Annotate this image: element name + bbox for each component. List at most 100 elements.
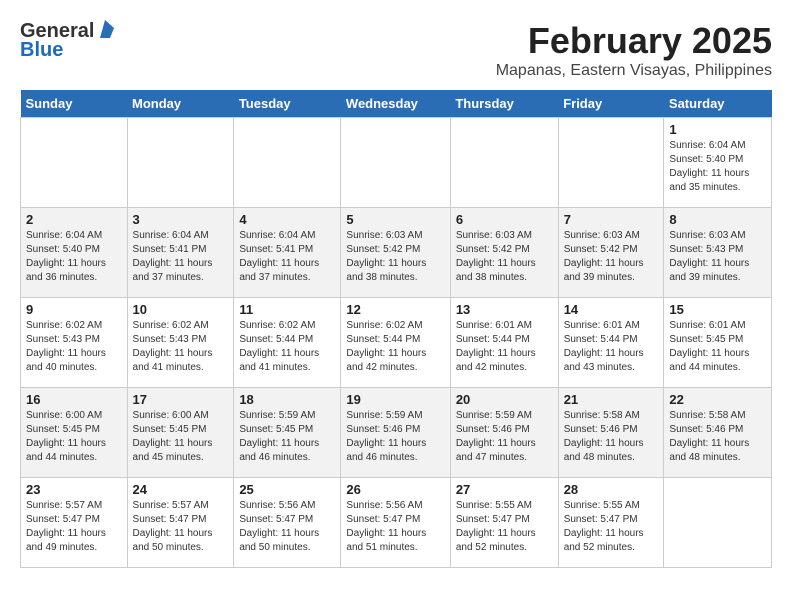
calendar-cell: 5Sunrise: 6:03 AM Sunset: 5:42 PM Daylig… — [341, 208, 450, 298]
calendar-cell — [21, 118, 128, 208]
day-info: Sunrise: 6:02 AM Sunset: 5:44 PM Dayligh… — [346, 319, 444, 375]
calendar-cell: 2 Sunrise: 6:04 AM Sunset: 5:40 PM Daylig… — [21, 208, 128, 298]
calendar-cell: 18 Sunrise: 5:59 AM Sunset: 5:45 PM Dayli… — [234, 388, 341, 478]
day-info: Sunrise: 6:02 AM Sunset: 5:43 PM Dayligh… — [133, 319, 229, 375]
day-info: Sunrise: 5:55 AM Sunset: 5:47 PM Dayligh… — [564, 499, 659, 555]
calendar-cell: 15Sunrise: 6:01 AM Sunset: 5:45 PM Dayli… — [664, 298, 772, 388]
day-info: Sunrise: 6:03 AM Sunset: 5:42 PM Dayligh… — [346, 229, 444, 285]
week-row-4: 16 Sunrise: 6:00 AM Sunset: 5:45 PM Dayli… — [21, 388, 772, 478]
day-number: 9 — [26, 302, 122, 317]
calendar-cell: 14 Sunrise: 6:01 AM Sunset: 5:44 PM Dayli… — [558, 298, 664, 388]
logo-blue-text: Blue — [20, 39, 63, 62]
calendar-cell — [127, 118, 234, 208]
day-info: Sunrise: 6:00 AM Sunset: 5:45 PM Dayligh… — [133, 409, 229, 465]
weekday-header-monday: Monday — [127, 90, 234, 118]
day-info: Sunrise: 5:55 AM Sunset: 5:47 PM Dayligh… — [456, 499, 553, 555]
day-number: 21 — [564, 392, 659, 407]
calendar-cell: 22 Sunrise: 5:58 AM Sunset: 5:46 PM Dayli… — [664, 388, 772, 478]
weekday-header-wednesday: Wednesday — [341, 90, 450, 118]
day-info: Sunrise: 5:58 AM Sunset: 5:46 PM Dayligh… — [669, 409, 766, 465]
day-number: 18 — [239, 392, 335, 407]
day-info: Sunrise: 6:04 AM Sunset: 5:41 PM Dayligh… — [133, 229, 229, 285]
week-row-1: 1 Sunrise: 6:04 AM Sunset: 5:40 PM Daylig… — [21, 118, 772, 208]
calendar-cell: 4 Sunrise: 6:04 AM Sunset: 5:41 PM Daylig… — [234, 208, 341, 298]
day-number: 28 — [564, 482, 659, 497]
weekday-header-thursday: Thursday — [450, 90, 558, 118]
day-info: Sunrise: 5:59 AM Sunset: 5:45 PM Dayligh… — [239, 409, 335, 465]
day-info: Sunrise: 5:59 AM Sunset: 5:46 PM Dayligh… — [346, 409, 444, 465]
day-info: Sunrise: 6:04 AM Sunset: 5:40 PM Dayligh… — [669, 139, 766, 195]
calendar-cell — [664, 478, 772, 568]
calendar-cell — [450, 118, 558, 208]
calendar-cell: 17 Sunrise: 6:00 AM Sunset: 5:45 PM Dayli… — [127, 388, 234, 478]
calendar-cell: 12 Sunrise: 6:02 AM Sunset: 5:44 PM Dayli… — [341, 298, 450, 388]
day-number: 12 — [346, 302, 444, 317]
day-info: Sunrise: 6:03 AM Sunset: 5:42 PM Dayligh… — [564, 229, 659, 285]
day-number: 16 — [26, 392, 122, 407]
calendar-cell — [341, 118, 450, 208]
calendar-cell: 19Sunrise: 5:59 AM Sunset: 5:46 PM Dayli… — [341, 388, 450, 478]
day-number: 14 — [564, 302, 659, 317]
day-number: 24 — [133, 482, 229, 497]
title-section: February 2025 Mapanas, Eastern Visayas, … — [496, 20, 772, 80]
calendar-cell: 11 Sunrise: 6:02 AM Sunset: 5:44 PM Dayli… — [234, 298, 341, 388]
calendar-cell — [234, 118, 341, 208]
day-info: Sunrise: 6:02 AM Sunset: 5:44 PM Dayligh… — [239, 319, 335, 375]
calendar-cell: 1 Sunrise: 6:04 AM Sunset: 5:40 PM Daylig… — [664, 118, 772, 208]
day-number: 23 — [26, 482, 122, 497]
calendar-cell: 28 Sunrise: 5:55 AM Sunset: 5:47 PM Dayli… — [558, 478, 664, 568]
weekday-header-saturday: Saturday — [664, 90, 772, 118]
day-info: Sunrise: 6:01 AM Sunset: 5:44 PM Dayligh… — [456, 319, 553, 375]
calendar-cell: 6 Sunrise: 6:03 AM Sunset: 5:42 PM Daylig… — [450, 208, 558, 298]
day-info: Sunrise: 5:59 AM Sunset: 5:46 PM Dayligh… — [456, 409, 553, 465]
calendar-cell: 26Sunrise: 5:56 AM Sunset: 5:47 PM Dayli… — [341, 478, 450, 568]
calendar-cell: 3 Sunrise: 6:04 AM Sunset: 5:41 PM Daylig… — [127, 208, 234, 298]
day-number: 2 — [26, 212, 122, 227]
weekday-header-row: SundayMondayTuesdayWednesdayThursdayFrid… — [21, 90, 772, 118]
location-title: Mapanas, Eastern Visayas, Philippines — [496, 62, 772, 80]
day-info: Sunrise: 5:56 AM Sunset: 5:47 PM Dayligh… — [346, 499, 444, 555]
calendar-cell: 8Sunrise: 6:03 AM Sunset: 5:43 PM Daylig… — [664, 208, 772, 298]
calendar-cell: 27 Sunrise: 5:55 AM Sunset: 5:47 PM Dayli… — [450, 478, 558, 568]
week-row-2: 2 Sunrise: 6:04 AM Sunset: 5:40 PM Daylig… — [21, 208, 772, 298]
day-info: Sunrise: 6:01 AM Sunset: 5:44 PM Dayligh… — [564, 319, 659, 375]
day-number: 15 — [669, 302, 766, 317]
weekday-header-tuesday: Tuesday — [234, 90, 341, 118]
calendar-cell: 20 Sunrise: 5:59 AM Sunset: 5:46 PM Dayli… — [450, 388, 558, 478]
day-number: 6 — [456, 212, 553, 227]
page-header: General Blue February 2025 Mapanas, East… — [20, 20, 772, 80]
week-row-3: 9 Sunrise: 6:02 AM Sunset: 5:43 PM Daylig… — [21, 298, 772, 388]
day-number: 1 — [669, 122, 766, 137]
day-info: Sunrise: 6:03 AM Sunset: 5:42 PM Dayligh… — [456, 229, 553, 285]
day-number: 25 — [239, 482, 335, 497]
calendar-cell: 21Sunrise: 5:58 AM Sunset: 5:46 PM Dayli… — [558, 388, 664, 478]
day-number: 11 — [239, 302, 335, 317]
day-info: Sunrise: 6:02 AM Sunset: 5:43 PM Dayligh… — [26, 319, 122, 375]
logo: General Blue — [20, 20, 114, 62]
calendar-cell: 24 Sunrise: 5:57 AM Sunset: 5:47 PM Dayli… — [127, 478, 234, 568]
calendar-cell: 10 Sunrise: 6:02 AM Sunset: 5:43 PM Dayli… — [127, 298, 234, 388]
day-number: 10 — [133, 302, 229, 317]
calendar-cell — [558, 118, 664, 208]
calendar-cell: 7Sunrise: 6:03 AM Sunset: 5:42 PM Daylig… — [558, 208, 664, 298]
day-info: Sunrise: 5:57 AM Sunset: 5:47 PM Dayligh… — [133, 499, 229, 555]
day-info: Sunrise: 6:04 AM Sunset: 5:41 PM Dayligh… — [239, 229, 335, 285]
day-number: 20 — [456, 392, 553, 407]
day-number: 8 — [669, 212, 766, 227]
day-number: 22 — [669, 392, 766, 407]
week-row-5: 23 Sunrise: 5:57 AM Sunset: 5:47 PM Dayli… — [21, 478, 772, 568]
calendar-cell: 9 Sunrise: 6:02 AM Sunset: 5:43 PM Daylig… — [21, 298, 128, 388]
day-number: 3 — [133, 212, 229, 227]
day-number: 13 — [456, 302, 553, 317]
day-info: Sunrise: 6:00 AM Sunset: 5:45 PM Dayligh… — [26, 409, 122, 465]
day-number: 27 — [456, 482, 553, 497]
day-number: 17 — [133, 392, 229, 407]
logo-icon — [96, 20, 114, 38]
calendar-cell: 13 Sunrise: 6:01 AM Sunset: 5:44 PM Dayli… — [450, 298, 558, 388]
day-info: Sunrise: 5:56 AM Sunset: 5:47 PM Dayligh… — [239, 499, 335, 555]
day-info: Sunrise: 6:04 AM Sunset: 5:40 PM Dayligh… — [26, 229, 122, 285]
day-info: Sunrise: 5:57 AM Sunset: 5:47 PM Dayligh… — [26, 499, 122, 555]
calendar-cell: 23 Sunrise: 5:57 AM Sunset: 5:47 PM Dayli… — [21, 478, 128, 568]
calendar-table: SundayMondayTuesdayWednesdayThursdayFrid… — [20, 90, 772, 568]
day-number: 4 — [239, 212, 335, 227]
